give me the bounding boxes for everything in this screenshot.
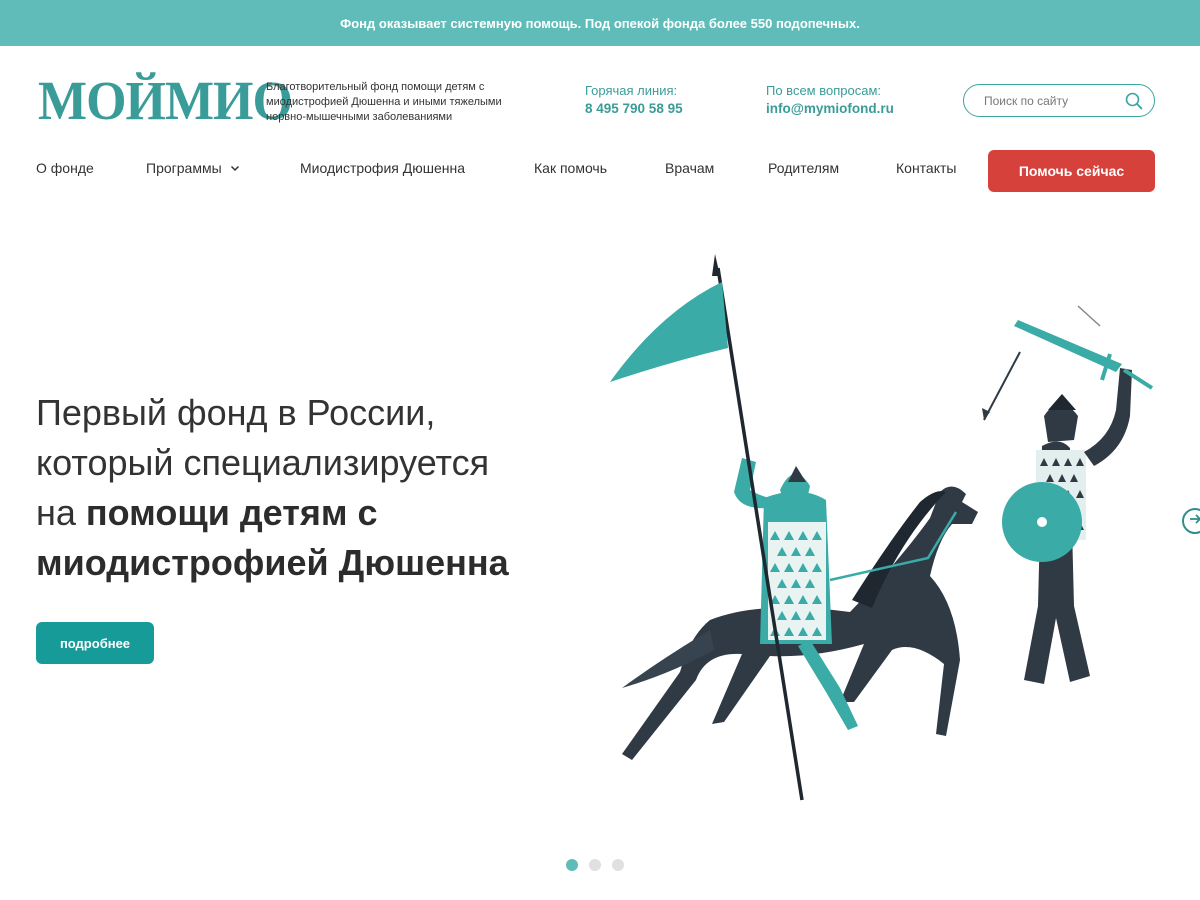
email-link[interactable]: info@mymiofond.ru bbox=[766, 99, 894, 119]
help-now-button[interactable]: Помочь сейчас bbox=[988, 150, 1155, 192]
hotline-label: Горячая линия: bbox=[585, 83, 678, 98]
nav-item-label: Контакты bbox=[896, 160, 957, 176]
nav-item-duchenne[interactable]: Миодистрофия Дюшенна bbox=[300, 160, 465, 176]
site-logo[interactable]: МОЙМИО bbox=[38, 74, 293, 130]
slider-dot[interactable] bbox=[589, 859, 601, 871]
slider-dot[interactable] bbox=[612, 859, 624, 871]
nav-item-parents[interactable]: Родителям bbox=[768, 160, 839, 176]
nav-item-label: Программы bbox=[146, 160, 222, 176]
more-button[interactable]: подробнее bbox=[36, 622, 154, 664]
chevron-down-icon bbox=[230, 163, 240, 173]
nav-item-label: О фонде bbox=[36, 160, 94, 176]
arrow-right-icon bbox=[1188, 512, 1200, 531]
nav-item-label: Как помочь bbox=[534, 160, 608, 176]
hero-title-emphasis: помощи детям с bbox=[85, 492, 378, 533]
hotline-phone[interactable]: 8 495 790 58 95 bbox=[585, 99, 683, 119]
nav-item-how-to-help[interactable]: Как помочь bbox=[534, 160, 607, 176]
site-tagline: Благотворительный фонд помощи детям с ми… bbox=[266, 81, 502, 123]
email-block: По всем вопросам: info@mymiofond.ru bbox=[766, 82, 894, 119]
nav-item-about[interactable]: О фонде bbox=[36, 160, 94, 176]
hero-title-line: Первый фонд в России, bbox=[36, 392, 436, 433]
nav-item-programs[interactable]: Программы bbox=[146, 160, 240, 176]
search-box bbox=[963, 84, 1155, 117]
hero-title-text: на bbox=[36, 492, 86, 533]
hero-title-line: миодистрофией Дюшенна bbox=[36, 538, 596, 588]
search-icon[interactable] bbox=[1124, 91, 1144, 111]
hero-title-line: который специализируется bbox=[36, 442, 490, 483]
hero-title-emphasis: миодистрофией Дюшенна bbox=[36, 542, 509, 583]
hero-title-line: на помощи детям с bbox=[36, 488, 596, 538]
slider-pagination bbox=[566, 859, 624, 871]
slider-dot-active[interactable] bbox=[566, 859, 578, 871]
nav-item-label: Врачам bbox=[665, 160, 715, 176]
nav-item-contacts[interactable]: Контакты bbox=[896, 160, 956, 176]
nav-item-doctors[interactable]: Врачам bbox=[665, 160, 714, 176]
announcement-bar: Фонд оказывает системную помощь. Под опе… bbox=[0, 0, 1200, 46]
nav-item-label: Миодистрофия Дюшенна bbox=[300, 160, 465, 176]
email-label: По всем вопросам: bbox=[766, 83, 881, 98]
nav-item-label: Родителям bbox=[768, 160, 840, 176]
hero-title: Первый фонд в России, который специализи… bbox=[36, 388, 596, 588]
hero-illustration bbox=[600, 240, 1180, 820]
hotline-block: Горячая линия: 8 495 790 58 95 bbox=[585, 82, 683, 119]
search-input[interactable] bbox=[984, 93, 1124, 108]
slider-next-button[interactable] bbox=[1182, 508, 1200, 534]
announcement-text: Фонд оказывает системную помощь. Под опе… bbox=[340, 15, 860, 31]
